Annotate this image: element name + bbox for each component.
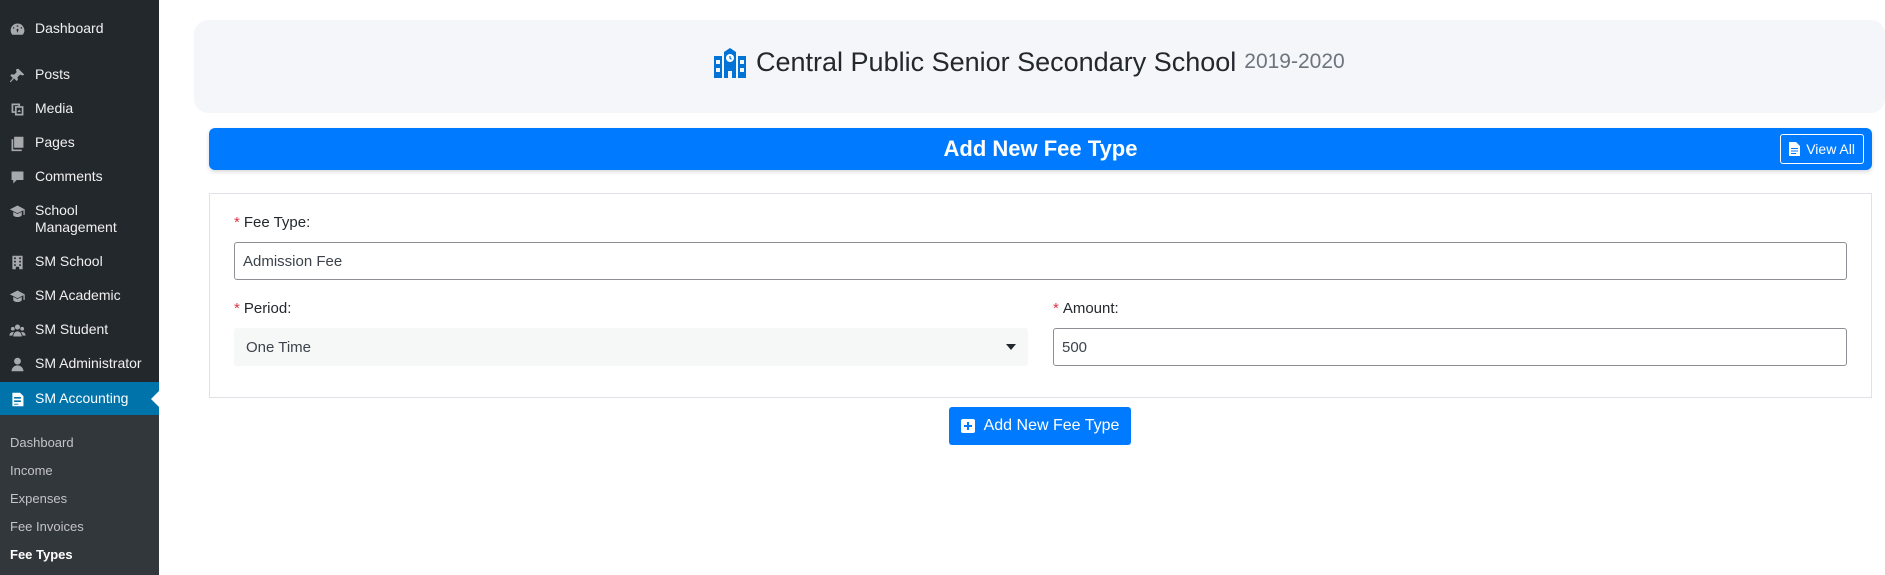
sidebar-item-label: School Management [35, 202, 117, 235]
plus-square-icon [960, 419, 975, 433]
sidebar-item-school-management[interactable]: School Management [0, 202, 159, 236]
graduation-cap-icon [8, 202, 26, 220]
view-all-label: View All [1806, 141, 1855, 157]
sidebar-submenu: Dashboard Income Expenses Fee Invoices F… [0, 415, 159, 575]
submenu-item-dashboard[interactable]: Dashboard [10, 435, 74, 450]
sidebar-item-label: SM Student [35, 321, 109, 337]
sidebar-item-media[interactable]: Media [0, 100, 159, 122]
required-mark: * [234, 300, 240, 317]
school-name: Central Public Senior Secondary School [756, 46, 1237, 77]
submenu-item-fee-types[interactable]: Fee Types [10, 547, 73, 562]
sidebar-item-label: Comments [35, 168, 103, 184]
sidebar-item-label: SM Academic [35, 287, 121, 303]
view-all-button[interactable]: View All [1780, 134, 1864, 164]
sidebar-item-sm-administrator[interactable]: SM Administrator [0, 355, 159, 377]
period-selected-value: One Time [246, 338, 312, 356]
fee-type-form: *Fee Type: *Period: One Time *Amount: [209, 193, 1872, 398]
period-label-text: Period: [243, 300, 292, 317]
pin-icon [8, 66, 26, 84]
add-new-fee-type-label: Add New Fee Type [983, 417, 1120, 434]
sidebar-item-sm-student[interactable]: SM Student [0, 321, 159, 343]
form-title: Add New Fee Type [943, 136, 1138, 161]
sidebar-item-sm-school[interactable]: SM School [0, 253, 159, 275]
sidebar-item-label: SM School [35, 253, 103, 269]
submenu-item-fee-invoices[interactable]: Fee Invoices [10, 519, 84, 534]
page-title: Central Public Senior Secondary School 2… [712, 42, 1345, 82]
sidebar-item-sm-accounting[interactable]: SM Accounting [0, 382, 159, 415]
sidebar-item-pages[interactable]: Pages [0, 134, 159, 156]
pages-icon [8, 134, 26, 152]
sidebar-item-label: SM Administrator [35, 355, 142, 371]
sidebar-item-dashboard[interactable]: Dashboard [0, 20, 159, 42]
user-icon [8, 355, 26, 373]
period-label: * Period: [234, 300, 291, 317]
sidebar-item-label: Dashboard [35, 20, 104, 36]
form-title-bar: Add New Fee Type View All [209, 128, 1872, 170]
dashboard-icon [8, 20, 26, 38]
amount-label-text: Amount: [1062, 300, 1119, 317]
period-select[interactable]: One Time [234, 328, 1028, 366]
required-mark: * [234, 214, 240, 231]
sidebar-item-posts[interactable]: Posts [0, 66, 159, 88]
sidebar-item-label: Pages [35, 134, 75, 150]
amount-label: * Amount: [1053, 300, 1119, 317]
fee-type-label: * Fee Type: [234, 214, 310, 231]
admin-sidebar: Dashboard Posts Media Pages Comments Sch… [0, 0, 159, 575]
graduation-cap-icon [8, 287, 26, 305]
users-icon [8, 321, 26, 339]
sidebar-item-label: SM Accounting [35, 390, 129, 406]
sidebar-item-sm-academic[interactable]: SM Academic [0, 287, 159, 309]
document-icon [8, 390, 26, 408]
fee-type-input[interactable] [234, 242, 1847, 280]
sidebar-item-label: Posts [35, 66, 71, 82]
submenu-item-income[interactable]: Income [10, 463, 53, 478]
session-year: 2019-2020 [1244, 50, 1345, 73]
file-icon [1789, 142, 1801, 156]
school-icon [714, 48, 746, 78]
sidebar-item-comments[interactable]: Comments [0, 168, 159, 190]
sidebar-item-label: Media [35, 100, 74, 116]
required-mark: * [1053, 300, 1059, 317]
building-icon [8, 253, 26, 271]
add-new-fee-type-button[interactable]: Add New Fee Type [949, 407, 1131, 445]
submenu-item-expenses[interactable]: Expenses [10, 491, 67, 506]
comments-icon [8, 168, 26, 186]
amount-input[interactable] [1053, 328, 1847, 366]
fee-type-label-text: Fee Type: [243, 214, 311, 231]
media-icon [8, 100, 26, 118]
chevron-down-icon [1006, 344, 1016, 350]
